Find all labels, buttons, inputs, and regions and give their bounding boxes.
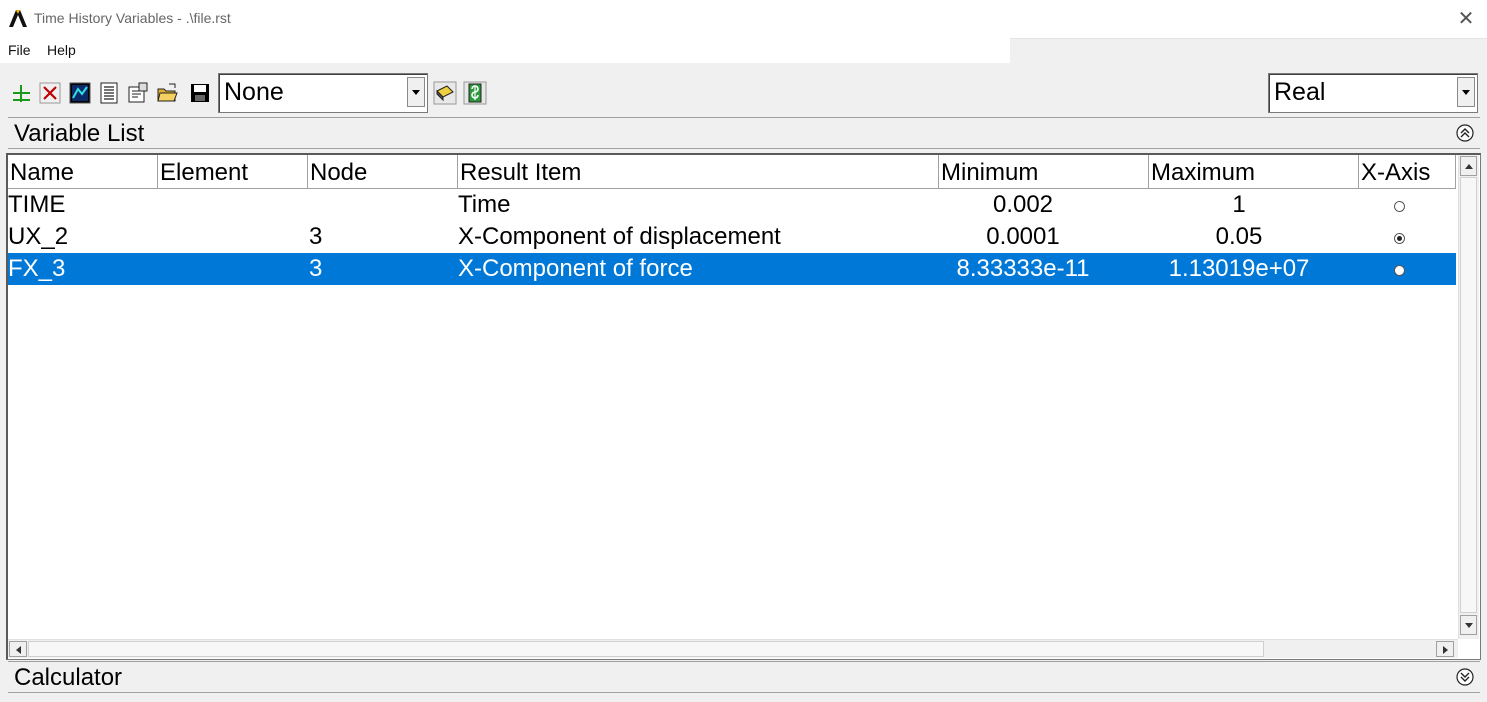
column-name[interactable]: Name — [8, 155, 158, 188]
close-icon: ✕ — [1457, 8, 1475, 30]
ansys-logo-icon — [8, 8, 28, 28]
menu-help[interactable]: Help — [47, 42, 76, 58]
window-title: Time History Variables - .\file.rst — [34, 10, 231, 26]
cell-name: FX_3 — [8, 255, 66, 282]
cell-name: TIME — [8, 191, 66, 218]
cell-result-item: X-Component of force — [458, 255, 693, 282]
import-data-icon — [157, 83, 178, 102]
column-node[interactable]: Node — [308, 155, 458, 188]
x-axis-radio[interactable] — [1394, 201, 1405, 212]
delete-data-button[interactable] — [39, 82, 61, 104]
cell-minimum: 0.0001 — [986, 223, 1060, 250]
refresh-button[interactable] — [463, 81, 487, 105]
clear-time-history-button[interactable] — [433, 81, 457, 105]
scroll-left-button[interactable] — [9, 641, 27, 657]
horizontal-scroll-thumb[interactable] — [28, 641, 1264, 657]
add-data-icon — [13, 85, 30, 102]
cell-result-item: Time — [458, 191, 511, 218]
delete-data-icon — [39, 82, 61, 104]
table-row[interactable]: UX_2 3 X-Component of displacement 0.000… — [8, 221, 1456, 253]
table-row[interactable]: FX_3 3 X-Component of force 8.33333e-11 … — [8, 253, 1456, 285]
scroll-right-button[interactable] — [1436, 641, 1454, 657]
collapse-up-icon[interactable] — [1456, 124, 1474, 142]
chevron-up-icon — [1465, 164, 1473, 169]
refresh-icon — [463, 81, 487, 105]
cell-name: UX_2 — [8, 223, 69, 250]
import-data-button[interactable] — [156, 82, 178, 104]
column-x-axis[interactable]: X-Axis — [1359, 155, 1456, 188]
vertical-scroll-thumb[interactable] — [1460, 177, 1477, 613]
properties-button[interactable] — [127, 82, 149, 104]
calculator-title: Calculator — [14, 664, 123, 691]
save-data-button[interactable] — [189, 82, 211, 104]
column-minimum[interactable]: Minimum — [939, 155, 1149, 188]
variable-list-title: Variable List — [14, 120, 145, 147]
toolbar: None Real — [0, 63, 1487, 117]
clear-time-history-icon — [433, 81, 457, 105]
menu-bar-filler — [1010, 38, 1487, 64]
menu-file[interactable]: File — [8, 42, 31, 58]
data-type-select-value: Real — [1274, 78, 1326, 106]
cell-result-item: X-Component of displacement — [458, 223, 781, 250]
x-axis-radio[interactable] — [1394, 265, 1405, 276]
table-row[interactable]: TIME Time 0.002 1 — [8, 189, 1456, 221]
column-result-item[interactable]: Result Item — [458, 155, 939, 188]
chevron-down-icon — [1465, 623, 1473, 628]
cell-node: 3 — [309, 255, 323, 282]
cell-minimum: 0.002 — [992, 191, 1054, 218]
horizontal-scrollbar[interactable] — [8, 639, 1458, 658]
vertical-scrollbar[interactable] — [1458, 155, 1479, 639]
variable-table: Name Element Node Result Item Minimum Ma… — [6, 153, 1481, 660]
calculator-header[interactable]: Calculator — [8, 661, 1480, 693]
cell-maximum: 0.05 — [1215, 223, 1263, 250]
add-data-button[interactable] — [10, 82, 32, 104]
chevron-right-icon — [1443, 646, 1448, 654]
list-data-icon — [100, 82, 118, 104]
column-element[interactable]: Element — [158, 155, 308, 188]
save-data-icon — [191, 84, 209, 102]
variable-list-header[interactable]: Variable List — [8, 117, 1480, 149]
x-axis-radio[interactable] — [1394, 233, 1405, 244]
cell-minimum: 8.33333e-11 — [956, 255, 1090, 282]
variable-select[interactable]: None — [218, 73, 428, 113]
expand-down-icon[interactable] — [1456, 668, 1474, 686]
chevron-down-icon[interactable] — [1457, 77, 1475, 107]
list-data-button[interactable] — [98, 82, 120, 104]
properties-icon — [128, 82, 148, 103]
cell-node: 3 — [309, 223, 323, 250]
chevron-down-icon[interactable] — [407, 77, 425, 107]
graph-data-icon — [69, 82, 91, 104]
chevron-left-icon — [16, 646, 21, 654]
table-header: Name Element Node Result Item Minimum Ma… — [8, 155, 1456, 189]
graph-data-button[interactable] — [69, 82, 91, 104]
scroll-up-button[interactable] — [1460, 156, 1477, 176]
close-button[interactable]: ✕ — [1448, 6, 1484, 32]
cell-maximum: 1.13019e+07 — [1168, 255, 1310, 282]
menu-bar: File Help — [0, 38, 1010, 63]
variable-select-value: None — [224, 78, 284, 106]
data-type-select[interactable]: Real — [1268, 73, 1478, 113]
cell-maximum: 1 — [1232, 191, 1246, 218]
column-maximum[interactable]: Maximum — [1149, 155, 1359, 188]
scroll-down-button[interactable] — [1460, 615, 1477, 635]
title-bar: Time History Variables - .\file.rst ✕ — [0, 0, 1487, 38]
